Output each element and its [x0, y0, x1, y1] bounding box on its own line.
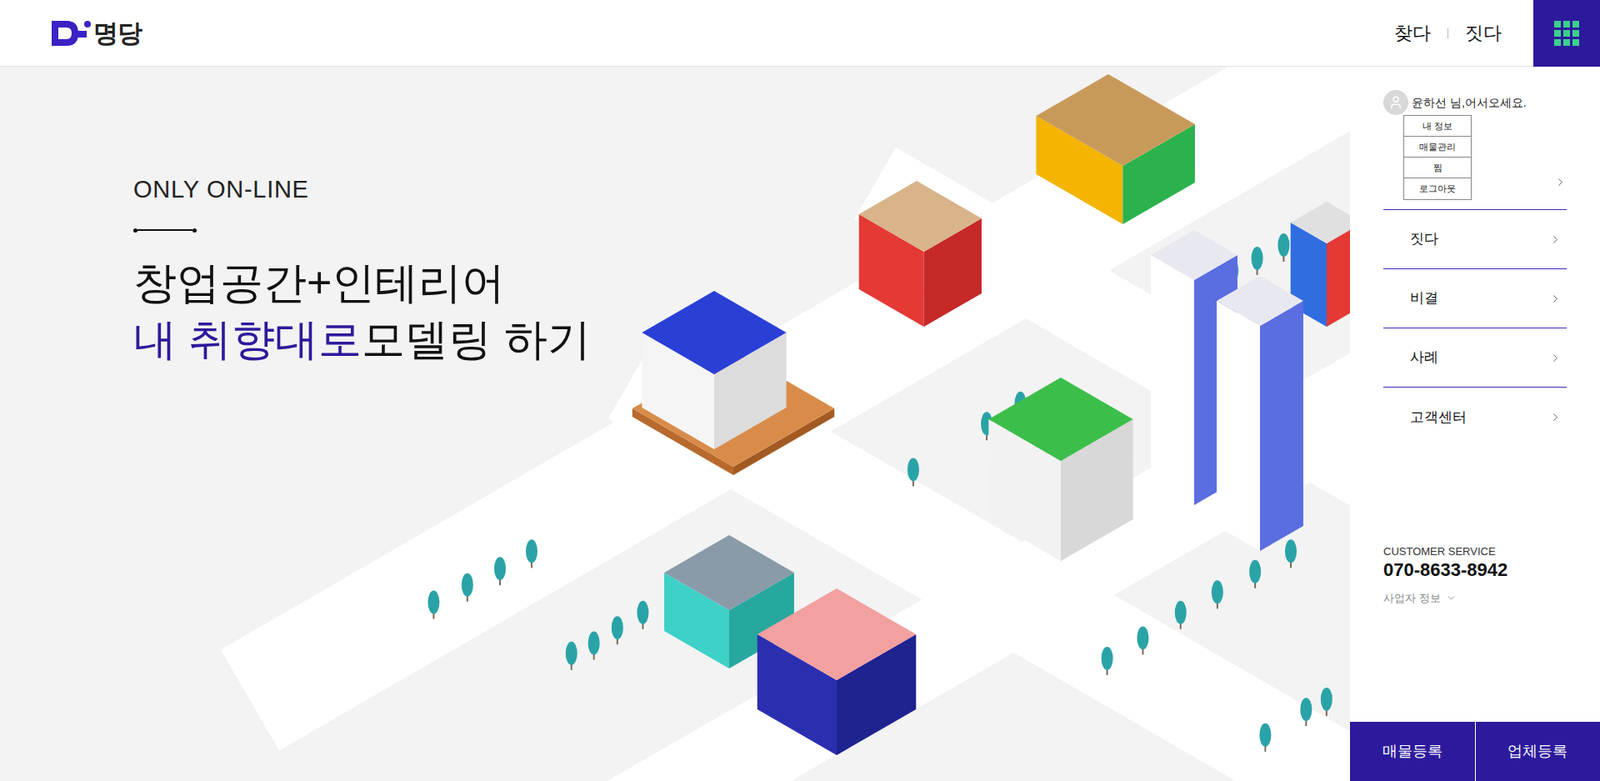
tree — [1259, 723, 1271, 752]
tree — [1277, 233, 1290, 262]
startup-building — [1035, 74, 1195, 225]
user-menu-item[interactable]: 내 정보 — [1404, 115, 1471, 137]
side-menu-label: 짓다 — [1410, 228, 1439, 250]
grid-cell — [1554, 20, 1561, 28]
action-button[interactable]: 업체등록 — [1475, 721, 1600, 781]
hero-divider — [133, 228, 197, 233]
business-info-label: 사업자 정보 — [1383, 590, 1441, 607]
tree — [1101, 646, 1114, 675]
cs-label: CUSTOMER SERVICE — [1383, 545, 1567, 559]
hero-title-line: 창업공간+인테리어 — [133, 254, 1350, 311]
grid-cell — [1563, 30, 1570, 37]
tree — [611, 615, 624, 645]
chevron-right-icon[interactable] — [1554, 175, 1567, 189]
chevron-down-icon — [1445, 592, 1457, 604]
grid-cell — [1554, 30, 1561, 37]
nav-separator — [1447, 28, 1449, 39]
burger-building — [988, 377, 1133, 561]
user-menu: 내 정보매물관리찜로그아웃 — [1403, 115, 1472, 200]
nav-item[interactable]: 찾다 — [1394, 19, 1431, 47]
user-menu-item[interactable]: 로그아웃 — [1404, 178, 1471, 200]
cs-phone: 070-8633-8942 — [1383, 558, 1567, 582]
tree — [1249, 560, 1261, 589]
grid-cell — [1572, 30, 1580, 37]
action-button[interactable]: 매물등록 — [1350, 721, 1475, 781]
nav-group: 찾다 — [1394, 19, 1431, 47]
top-nav: 찾다 짓다 — [1394, 19, 1502, 47]
side-content: 윤하선 님,어서오세요. 내 정보매물관리찜로그아웃짓다비결사례고객센터 CUSTO… — [1350, 66, 1600, 607]
grid-cell — [1563, 20, 1570, 28]
logo-icon — [50, 19, 92, 48]
tree — [1136, 625, 1149, 655]
user-greeting: 윤하선 님,어서오세요. — [1411, 94, 1527, 112]
hero-eyebrow: ONLY ON-LINE — [133, 171, 1350, 209]
tree — [494, 556, 506, 585]
tree — [461, 573, 474, 602]
construction-building — [859, 180, 982, 327]
road — [250, 66, 1350, 700]
grid-menu-button[interactable] — [1533, 0, 1600, 67]
tree — [636, 600, 649, 630]
customer-service: CUSTOMER SERVICE070-8633-8942 사업자 정보 — [1383, 545, 1567, 607]
side-menu-label: 비결 — [1410, 287, 1439, 310]
divider-dot — [192, 228, 197, 233]
tree — [1251, 246, 1264, 275]
tree — [588, 631, 600, 660]
action-buttons: 매물등록업체등록 — [1350, 721, 1600, 781]
logo[interactable]: 명당 — [50, 14, 143, 52]
grid-cell — [1572, 39, 1580, 46]
tree — [565, 641, 578, 670]
user-menu-item[interactable]: 매물관리 — [1404, 136, 1471, 158]
user-info: 윤하선 님,어서오세요. 내 정보매물관리찜로그아웃 — [1383, 90, 1555, 200]
chevron-right-icon — [1549, 292, 1562, 305]
grid-icon — [1554, 20, 1580, 46]
city-illustration — [0, 66, 1350, 781]
tree — [1175, 600, 1187, 630]
side-menu-label: 사례 — [1410, 346, 1439, 369]
hero-text: ONLY ON-LINE 창업공간+인테리어내 취향대로모델링 하기 — [0, 66, 1350, 368]
nav-item[interactable]: 짓다 — [1465, 19, 1502, 47]
side-menu-item[interactable]: 사례 — [1383, 328, 1567, 388]
chevron-right-icon — [1549, 351, 1562, 365]
header: 명당 찾다 짓다 — [0, 0, 1600, 67]
market-building — [757, 588, 917, 755]
grid-cell — [1572, 20, 1580, 28]
tree — [525, 539, 538, 568]
page: 명당찾다짓다ONLY ON-LINE창업공간+인테리어내 취향대로모델링 하기윤… — [0, 0, 1600, 781]
nav-group: 짓다 — [1430, 19, 1502, 47]
side-menu: 짓다비결사례고객센터 — [1383, 210, 1567, 447]
grid-cell — [1554, 39, 1561, 46]
hero-highlight: 내 취향대로 — [133, 315, 362, 364]
side-menu-label: 고객센터 — [1410, 406, 1467, 429]
chevron-right-icon — [1549, 233, 1562, 246]
user-greeting-row: 윤하선 님,어서오세요. — [1383, 90, 1555, 115]
hero-title-line: 내 취향대로모델링 하기 — [133, 310, 1350, 368]
side-menu-item[interactable]: 비결 — [1383, 269, 1567, 329]
logo-text: 명당 — [93, 14, 143, 52]
user-block: 윤하선 님,어서오세요. 내 정보매물관리찜로그아웃 — [1383, 66, 1567, 210]
chevron-right-icon — [1549, 410, 1562, 424]
tree — [1300, 697, 1312, 726]
avatar-icon[interactable] — [1383, 90, 1409, 115]
side-menu-item[interactable]: 고객센터 — [1383, 387, 1567, 447]
business-info-toggle[interactable]: 사업자 정보 — [1383, 590, 1567, 607]
tower-building — [1216, 275, 1304, 551]
tree — [427, 590, 440, 620]
side-menu-item[interactable]: 짓다 — [1383, 210, 1567, 270]
user-menu-item[interactable]: 찜 — [1404, 157, 1471, 179]
tree — [1285, 539, 1297, 568]
tree — [907, 457, 920, 486]
hero: ONLY ON-LINE 창업공간+인테리어내 취향대로모델링 하기 — [0, 66, 1350, 781]
tree — [1320, 687, 1333, 716]
side-panel: 윤하선 님,어서오세요. 내 정보매물관리찜로그아웃짓다비결사례고객센터 CUSTO… — [1350, 66, 1600, 781]
tree — [1211, 580, 1224, 609]
grid-cell — [1563, 39, 1570, 46]
coffee-building — [641, 290, 786, 450]
hero-title: 창업공간+인테리어내 취향대로모델링 하기 — [133, 254, 1350, 368]
divider-line — [137, 229, 193, 231]
main: ONLY ON-LINE창업공간+인테리어내 취향대로모델링 하기윤하선 님,어… — [0, 66, 1600, 781]
